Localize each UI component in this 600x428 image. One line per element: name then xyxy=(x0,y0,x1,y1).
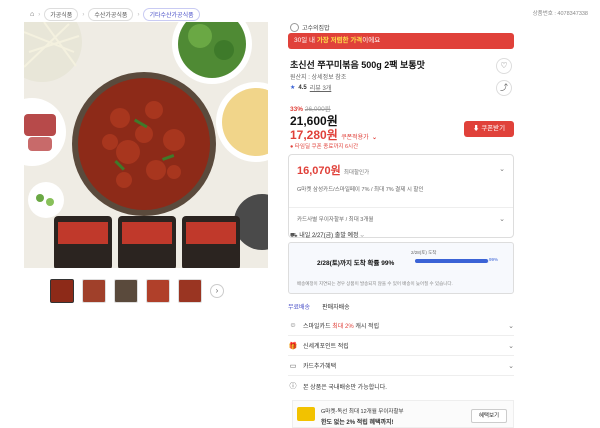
info-row-text: 스마일카드 xyxy=(303,324,333,330)
review-link[interactable]: 리뷰 3개 xyxy=(310,83,332,92)
seller-row[interactable]: 고수의집밥 xyxy=(290,23,330,32)
chevron-down-icon[interactable]: ⌄ xyxy=(360,233,364,239)
tab-free-shipping[interactable]: 무료배송 xyxy=(288,302,310,311)
product-main-image[interactable] xyxy=(24,22,268,268)
seller-name[interactable]: 고수의집밥 xyxy=(302,23,330,32)
delivery-bar-percent: 99% xyxy=(489,257,499,262)
chevron-down-icon[interactable]: ⌄ xyxy=(508,342,514,350)
tab-seller-shipping[interactable]: 판매자배송 xyxy=(322,302,350,311)
breadcrumb-item-2[interactable]: 수산가공식품 xyxy=(88,8,134,21)
banner-pre: 30일 내 xyxy=(294,37,317,44)
chevron-down-icon[interactable]: ⌄ xyxy=(508,322,514,330)
breadcrumb-item-1[interactable]: 가공식품 xyxy=(44,8,79,21)
banner-post: 이에요 xyxy=(362,37,381,44)
product-photo-illustration xyxy=(24,22,268,268)
thumbnail-1[interactable] xyxy=(50,279,74,303)
best-price-label: 최대할인가 xyxy=(343,170,370,176)
coupon-price-row: 17,280원 쿠폰적용가 ⌄ xyxy=(290,126,377,143)
thumbnail-5[interactable] xyxy=(178,279,202,303)
info-row-highlight: 최대 2% xyxy=(332,324,354,330)
get-coupon-button[interactable]: ⬇ 쿠폰받기 xyxy=(464,121,514,137)
best-price-card: 16,070원 최대할인가 ⌄ G마켓 삼성카드/스마일페이 7% / 최대 7… xyxy=(288,154,514,238)
info-row-text: 본 상품은 국내배송만 가능합니다. xyxy=(303,384,387,391)
heart-icon[interactable]: ♡ xyxy=(496,58,512,74)
breadcrumb: ⌂ › 가공식품 › 수산가공식품 › 기타수산가공식품 xyxy=(30,8,200,21)
delivery-bar-label: 2/28(토) 도착 xyxy=(411,250,437,255)
delivery-probability-fill xyxy=(415,259,489,263)
download-icon: ⬇ xyxy=(472,125,480,132)
product-number: 상품번호 : 4078347338 xyxy=(532,11,588,17)
best-price-line1: G마켓 삼성카드/스마일페이 7% / 최대 7% 결제 시 할인 xyxy=(297,187,424,193)
lowest-price-banner: 30일 내 가장 저렴한 가격이에요 xyxy=(288,33,514,49)
delivery-estimate: 2/28(토)까지 도착 확률 99% xyxy=(317,260,395,267)
product-title: 초신선 쭈꾸미볶음 500g 2팩 보통맛 xyxy=(290,60,425,70)
divider xyxy=(289,207,513,208)
smile-icon: ☺ xyxy=(289,322,297,329)
home-icon[interactable]: ⌂ xyxy=(30,11,34,18)
delivery-estimate-box: 2/28(토)까지 도착 확률 99% 2/28(토) 도착 99% 배송예정이… xyxy=(288,242,514,294)
chevron-right-icon[interactable]: › xyxy=(210,284,224,298)
banner-highlight: 가장 저렴한 가격 xyxy=(316,37,363,44)
best-price: 16,070원 최대할인가 xyxy=(297,162,369,178)
star-icon: ★ xyxy=(290,85,296,91)
coupon-price: 17,280원 xyxy=(290,128,338,142)
view-benefits-button[interactable]: 혜택보기 xyxy=(471,409,507,423)
chevron-down-icon[interactable]: ⌄ xyxy=(372,135,377,141)
info-row-text: 카드추가혜택 xyxy=(303,364,337,370)
delivery-tabs: 무료배송 판매자배송 xyxy=(288,302,350,311)
info-icon: ⓘ xyxy=(289,383,297,390)
coupon-deadline: ● 타임딜 쿠폰 종료까지 6시간 xyxy=(290,144,359,150)
info-row-shinsegae-points[interactable]: 🎁 신세계포인트 적립 ⌄ xyxy=(288,336,514,356)
chevron-down-icon[interactable]: ⌄ xyxy=(499,165,505,173)
share-icon[interactable]: ⤴ xyxy=(496,80,512,96)
info-row-text: 신세계포인트 적립 xyxy=(303,344,349,350)
delivery-header: ⛟ 내일 2/27(금) 출발 예정 ⌄ xyxy=(290,230,364,240)
promo-line2: 한도 없는 2% 적립 혜택까지! xyxy=(321,420,394,426)
info-row-domestic-only: ⓘ 본 상품은 국내배송만 가능합니다. xyxy=(288,376,514,396)
thumbnail-strip: › xyxy=(50,279,224,303)
promo-line1: G마켓-독선 최대 12개월 무이자할부 xyxy=(321,409,404,415)
info-row-card-benefits[interactable]: ▭ 카드추가혜택 ⌄ xyxy=(288,356,514,376)
store-icon xyxy=(290,23,299,32)
best-price-line2: 카드사별 무이자할부 / 최대 3개월 xyxy=(297,217,374,223)
delivery-date: 내일 2/27(금) 출발 예정 xyxy=(299,233,359,239)
breadcrumb-item-3[interactable]: 기타수산가공식품 xyxy=(143,8,200,21)
get-coupon-label: 쿠폰받기 xyxy=(481,125,506,132)
card-promo-banner[interactable]: G마켓-독선 최대 12개월 무이자할부 한도 없는 2% 적립 혜택까지! 혜… xyxy=(292,400,514,428)
card-icon: ▭ xyxy=(289,362,297,370)
thumbnail-3[interactable] xyxy=(114,279,138,303)
rating-row: ★ 4.5 리뷰 3개 xyxy=(290,83,332,93)
delivery-probability-bar xyxy=(415,259,489,263)
coupon-price-label: 쿠폰적용가 xyxy=(341,135,369,141)
chevron-down-icon[interactable]: ⌄ xyxy=(508,362,514,370)
thumbnail-2[interactable] xyxy=(82,279,106,303)
info-row-smile-cash[interactable]: ☺ 스마일카드 최대 2% 캐시 적립 ⌄ xyxy=(288,316,514,336)
origin-info: 원산지 : 상세정보 참조 xyxy=(290,75,347,81)
credit-card-icon xyxy=(297,407,315,421)
delivery-note: 배송예정이 지연되는 경우 상품이 발송되지 않을 수 있어 배송이 늦어질 수… xyxy=(297,281,453,286)
thumbnail-4[interactable] xyxy=(146,279,170,303)
truck-icon: ⛟ xyxy=(290,233,298,239)
chevron-down-icon[interactable]: ⌄ xyxy=(499,215,505,223)
best-price-amount: 16,070원 xyxy=(297,165,341,177)
rating-score: 4.5 xyxy=(298,84,307,91)
info-row-text-post: 캐시 적립 xyxy=(353,324,380,330)
gift-icon: 🎁 xyxy=(288,342,298,350)
